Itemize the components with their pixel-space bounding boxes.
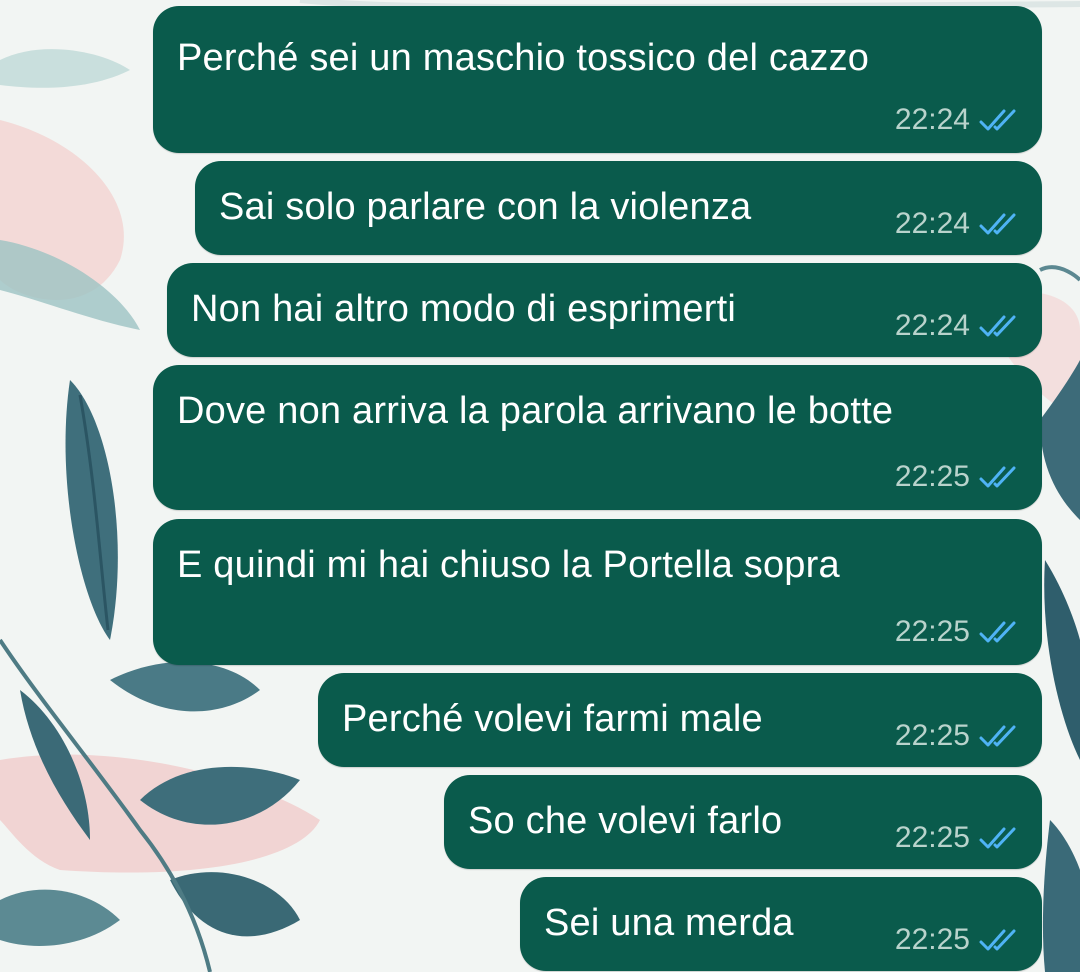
message-text: E quindi mi hai chiuso la Portella sopra (177, 544, 840, 586)
double-check-icon (979, 929, 1016, 951)
message-time: 22:25 (894, 460, 970, 493)
message-text: So che volevi farlo (468, 800, 783, 842)
message-text: Sai solo parlare con la violenza (219, 186, 752, 228)
message-time: 22:25 (894, 615, 970, 648)
double-check-icon (979, 621, 1016, 643)
double-check-icon (979, 213, 1016, 235)
chat-message-list[interactable]: Perché sei un maschio tossico del cazzo … (0, 0, 1080, 972)
double-check-icon (979, 109, 1016, 131)
message-text: Non hai altro modo di esprimerti (191, 288, 736, 330)
message-bubble[interactable]: So che volevi farlo 22:25 (444, 775, 1042, 869)
message-text: Perché volevi farmi male (342, 698, 763, 740)
double-check-icon (979, 827, 1016, 849)
message-bubble[interactable]: Sai solo parlare con la violenza 22:24 (195, 161, 1042, 255)
message-bubble[interactable]: Non hai altro modo di esprimerti 22:24 (167, 263, 1042, 357)
message-time: 22:25 (894, 821, 970, 854)
message-text: Dove non arriva la parola arrivano le bo… (177, 390, 894, 432)
message-bubble[interactable]: Dove non arriva la parola arrivano le bo… (153, 365, 1042, 510)
message-time: 22:24 (894, 103, 970, 136)
message-time: 22:25 (894, 923, 970, 956)
double-check-icon (979, 466, 1016, 488)
message-text: Perché sei un maschio tossico del cazzo (177, 37, 870, 79)
message-bubble[interactable]: Perché sei un maschio tossico del cazzo … (153, 6, 1042, 153)
message-time: 22:24 (894, 309, 970, 342)
message-time: 22:25 (894, 719, 970, 752)
message-bubble[interactable]: Sei una merda 22:25 (520, 877, 1042, 971)
message-bubble[interactable]: Perché volevi farmi male 22:25 (318, 673, 1042, 767)
double-check-icon (979, 725, 1016, 747)
message-bubble[interactable]: E quindi mi hai chiuso la Portella sopra… (153, 519, 1042, 665)
message-text: Sei una merda (544, 902, 794, 944)
message-time: 22:24 (894, 207, 970, 240)
double-check-icon (979, 315, 1016, 337)
